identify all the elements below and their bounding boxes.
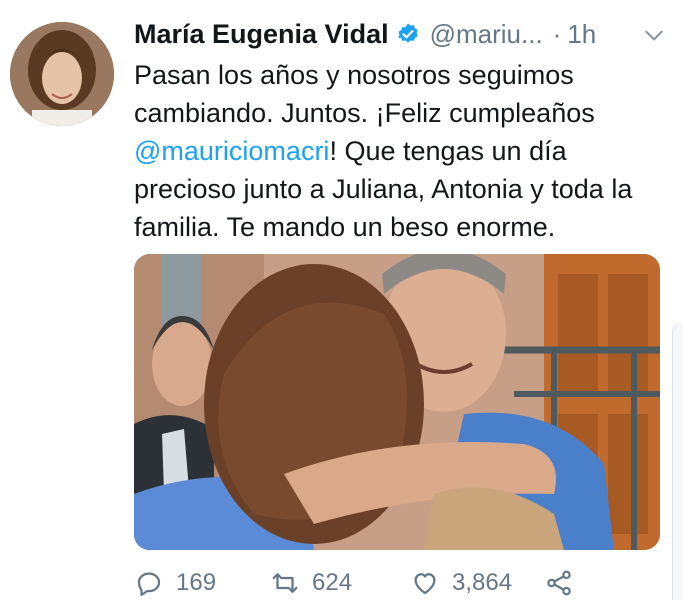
chevron-down-icon[interactable]	[641, 22, 667, 48]
like-button[interactable]: 3,864	[410, 568, 512, 598]
tweet-text: Pasan los años y nosotros seguimos cambi…	[134, 56, 654, 246]
scrollbar[interactable]	[672, 322, 683, 600]
verified-badge-icon	[396, 22, 420, 46]
heart-icon	[414, 573, 436, 595]
tweet-photo[interactable]	[134, 254, 660, 550]
reply-icon	[137, 572, 161, 596]
separator-dot: ·	[552, 18, 562, 49]
reply-count: 169	[176, 569, 217, 596]
retweet-count: 624	[312, 569, 353, 596]
like-count: 3,864	[452, 569, 513, 596]
tweet-text-part: Pasan los años y nosotros seguimos cambi…	[134, 60, 595, 128]
retweet-icon	[272, 573, 298, 593]
retweet-button[interactable]: 624	[270, 568, 352, 598]
author-name[interactable]: María Eugenia Vidal	[134, 19, 389, 50]
reply-button[interactable]: 169	[134, 568, 216, 598]
share-icon	[547, 570, 571, 596]
mention-link[interactable]: @mauriciomacri	[134, 136, 329, 166]
tweet-actions: 169 624 3,864	[134, 568, 654, 600]
tweet-timestamp[interactable]: 1h	[567, 19, 596, 50]
tweet-header: María Eugenia Vidal @mariu... · 1h	[134, 14, 667, 54]
author-handle[interactable]: @mariu...	[430, 19, 543, 50]
share-button[interactable]	[544, 568, 586, 598]
author-avatar[interactable]	[10, 22, 114, 126]
